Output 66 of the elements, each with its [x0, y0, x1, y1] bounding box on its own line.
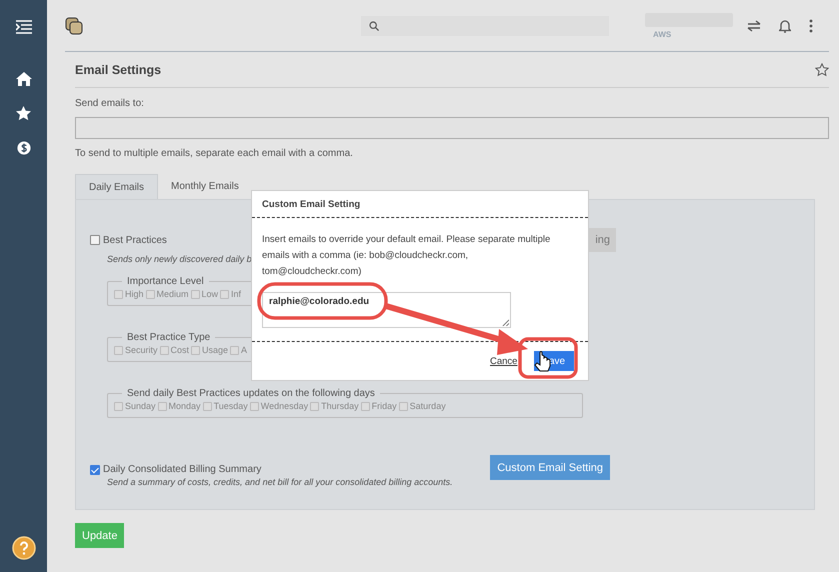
tab[interactable]: Daily Emails: [75, 174, 158, 199]
checkbox[interactable]: [114, 346, 123, 354]
logo-icon: [65, 16, 83, 34]
group-legend: Send daily Best Practices updates on the following days: [122, 388, 380, 399]
checkbox[interactable]: [90, 235, 100, 245]
checkbox[interactable]: [398, 402, 408, 410]
description-text: Send a summary of costs, credits, and net bill for all your consolidated billing accounts.: [107, 477, 453, 487]
checkbox-label: Inf: [231, 289, 242, 299]
star-icon[interactable]: [16, 106, 31, 121]
checkbox[interactable]: [160, 346, 169, 354]
checkbox-label: Monday: [168, 401, 201, 411]
group-legend: Importance Level: [122, 276, 209, 287]
home-icon[interactable]: [16, 72, 32, 86]
checkbox-label: A: [241, 345, 248, 355]
checkbox[interactable]: [230, 346, 240, 354]
hand-cursor-icon: [534, 351, 550, 372]
checkbox-label: Tuesday: [214, 401, 248, 411]
dollar-coin-icon[interactable]: [16, 141, 30, 155]
tab[interactable]: Monthly Emails: [158, 174, 252, 199]
star-outline-icon[interactable]: [815, 62, 829, 76]
checkbox-label: Low: [202, 289, 218, 299]
checkbox[interactable]: [220, 290, 230, 298]
field-label: Send emails to:: [75, 98, 145, 109]
checkbox-label: Best Practices: [103, 234, 167, 246]
group-legend: Best Practice Type: [122, 332, 216, 343]
menu-icon[interactable]: [16, 20, 32, 34]
checkbox[interactable]: [158, 402, 167, 410]
email-input-field[interactable]: [75, 117, 829, 139]
checkbox-label: Saturday: [410, 401, 446, 411]
email-textarea[interactable]: ralphie@colorado.edu: [262, 292, 511, 328]
checkbox[interactable]: [310, 402, 320, 410]
page-title: Email Settings: [75, 62, 162, 76]
swap-arrows-icon[interactable]: [747, 20, 761, 32]
checkbox[interactable]: [90, 464, 100, 474]
dialog-title: Custom Email Setting: [252, 191, 588, 218]
checkbox-label: High: [125, 289, 144, 299]
checkbox[interactable]: [190, 290, 200, 298]
custom-email-button[interactable]: ing: [589, 228, 616, 252]
checkbox-label: Medium: [156, 289, 189, 299]
custom-email-button[interactable]: Custom Email Setting: [490, 455, 610, 480]
highlight-outline: [518, 337, 578, 379]
checkbox-label: Security: [125, 345, 158, 355]
checkbox-label: Friday: [372, 401, 397, 411]
checkbox-label: Sunday: [125, 401, 156, 411]
account-label: AWS: [653, 30, 672, 38]
hint-text: To send to multiple emails, separate each email with a comma.: [75, 148, 354, 159]
checkbox[interactable]: [114, 290, 123, 298]
search-icon: [369, 20, 379, 30]
checkbox[interactable]: [250, 402, 259, 410]
checkbox-label: Usage: [202, 345, 228, 355]
checkbox[interactable]: [202, 402, 212, 410]
search-field[interactable]: [361, 16, 609, 36]
checkbox[interactable]: [191, 346, 200, 354]
checkbox-label: Daily Consolidated Billing Summary: [103, 464, 262, 475]
checkbox-label: Wednesday: [260, 401, 308, 411]
more-icon[interactable]: [809, 18, 813, 32]
checkbox-label: Cost: [170, 345, 190, 355]
dialog-message: Insert emails to override your default email. Please separate multiple emails with a comma (ie: bob@cloudcheckr.com, tom@cloudcheckr.com): [262, 233, 552, 279]
resize-grip-icon[interactable]: [502, 319, 509, 326]
checkbox[interactable]: [360, 402, 370, 410]
help-icon[interactable]: [12, 536, 36, 560]
checkbox[interactable]: [114, 402, 123, 410]
cancel-link[interactable]: Cance: [490, 356, 520, 366]
checkbox[interactable]: [146, 290, 155, 298]
checkbox-label: Thursday: [321, 401, 359, 411]
bell-icon[interactable]: [779, 18, 791, 32]
